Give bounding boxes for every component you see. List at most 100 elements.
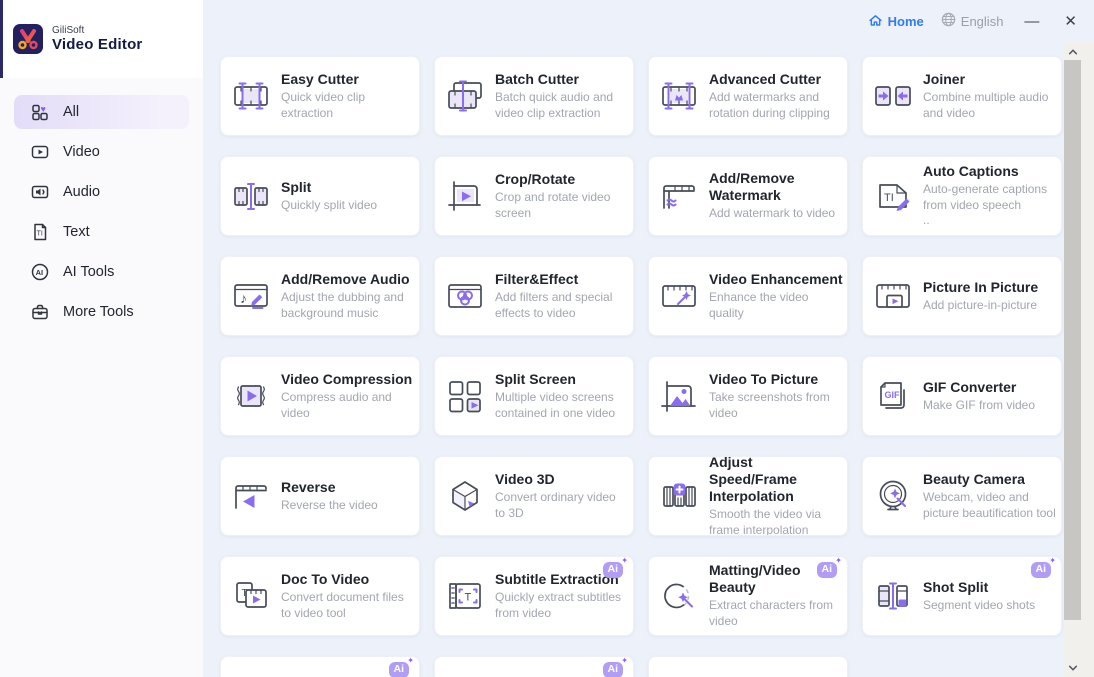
sparkle-icon: ✦ (407, 657, 414, 665)
tool-card-partial[interactable]: Ai✦ (434, 656, 634, 677)
ai-icon: AI (30, 262, 50, 282)
tool-title: Filter&Effect (495, 271, 629, 288)
sidebar-item-label: More Tools (63, 304, 134, 320)
tool-card-advanced-cutter[interactable]: Advanced Cutter Add watermarks and rotat… (648, 56, 848, 136)
video-icon (30, 142, 50, 162)
sidebar-item-label: All (63, 104, 79, 120)
filter-effect-icon (443, 274, 487, 318)
tool-card-split[interactable]: Split Quickly split video (220, 156, 420, 236)
scrollbar-thumb[interactable] (1064, 60, 1081, 620)
ai-badge: Ai✦ (603, 562, 624, 578)
tool-title: Video Enhancement (709, 271, 843, 288)
language-label: English (961, 14, 1004, 29)
tool-desc: Combine multiple audio and video (923, 90, 1057, 121)
tool-card-filter-effect[interactable]: Filter&Effect Add filters and special ef… (434, 256, 634, 336)
crop-rotate-icon (443, 174, 487, 218)
tool-card-auto-captions[interactable]: TI Auto Captions Auto-generate captions … (862, 156, 1062, 236)
sidebar-item-all[interactable]: ♥ All (14, 95, 189, 129)
matting-video-beauty-icon (657, 574, 701, 618)
scrollbar-track[interactable] (1064, 42, 1081, 677)
app-window: GiliSoft Video Editor ♥ All Video Audio … (0, 0, 1094, 677)
tool-card-matting-video-beauty[interactable]: Matting/Video Beauty Extract characters … (648, 556, 848, 636)
tool-title: Picture In Picture (923, 279, 1038, 296)
sparkle-icon: ✦ (621, 657, 628, 665)
tool-desc: Batch quick audio and video clip extract… (495, 90, 629, 121)
topbar: Home English — ✕ (203, 0, 1094, 42)
sidebar-item-audio[interactable]: Audio (14, 175, 189, 209)
tool-desc: Reverse the video (281, 498, 378, 514)
tool-card-partial[interactable]: Ai✦ (220, 656, 420, 677)
sidebar-item-more-tools[interactable]: More Tools (14, 295, 189, 329)
close-button[interactable]: ✕ (1060, 12, 1081, 31)
svg-text:TI: TI (884, 192, 894, 204)
text-icon: TI (30, 222, 50, 242)
tool-card-shot-split[interactable]: Shot Split Segment video shots Ai✦ (862, 556, 1062, 636)
tool-title: Add/Remove Audio (281, 271, 415, 288)
sidebar-item-label: AI Tools (63, 264, 114, 280)
gif-converter-icon: GIF (871, 374, 915, 418)
tool-card-crop-rotate[interactable]: Crop/Rotate Crop and rotate video screen (434, 156, 634, 236)
home-label: Home (888, 14, 924, 29)
tool-title: Video 3D (495, 471, 629, 488)
tool-title: Video To Picture (709, 371, 843, 388)
home-button[interactable]: Home (868, 13, 924, 30)
tool-title: Adjust Speed/Frame Interpolation (709, 456, 843, 505)
tool-card-subtitle-extraction[interactable]: T Subtitle Extraction Quickly extract su… (434, 556, 634, 636)
sidebar-item-label: Text (63, 224, 90, 240)
split-icon (229, 174, 273, 218)
tool-title: Advanced Cutter (709, 71, 843, 88)
adjust-speed-icon (657, 474, 701, 518)
tool-card-video-3d[interactable]: Video 3D Convert ordinary video to 3D (434, 456, 634, 536)
ai-badge-label: Ai (608, 663, 619, 675)
sidebar-item-label: Audio (63, 184, 100, 200)
tool-card-doc-to-video[interactable]: T Doc To Video Convert document files to… (220, 556, 420, 636)
tool-card-split-screen[interactable]: Split Screen Multiple video screens cont… (434, 356, 634, 436)
tool-desc: Smooth the video via frame interpolation (709, 507, 843, 536)
tool-desc: Take screenshots from video (709, 390, 843, 421)
reverse-icon (229, 474, 273, 518)
tool-desc: Multiple video screens contained in one … (495, 390, 629, 421)
beauty-camera-icon (871, 474, 915, 518)
language-button[interactable]: English (941, 12, 1004, 30)
globe-icon (941, 12, 956, 30)
sidebar-item-text[interactable]: TI Text (14, 215, 189, 249)
scroll-down-arrow[interactable] (1064, 660, 1081, 675)
sidebar-item-video[interactable]: Video (14, 135, 189, 169)
scroll-up-arrow[interactable] (1064, 44, 1081, 59)
tool-card-adjust-speed-frame-interpolation[interactable]: Adjust Speed/Frame Interpolation Smooth … (648, 456, 848, 536)
tool-card-partial[interactable] (648, 656, 848, 677)
tool-desc: Convert document files to video tool (281, 590, 415, 621)
tool-card-joiner[interactable]: Joiner Combine multiple audio and video (862, 56, 1062, 136)
tool-title: GIF Converter (923, 379, 1035, 396)
app-logo-icon (13, 24, 43, 54)
tool-card-picture-in-picture[interactable]: Picture In Picture Add picture-in-pictur… (862, 256, 1062, 336)
svg-text:♪: ♪ (240, 290, 247, 306)
video-3d-icon (443, 474, 487, 518)
tool-desc: Add picture-in-picture (923, 298, 1038, 314)
main-content: Easy Cutter Quick video clip extraction … (203, 42, 1064, 677)
tool-card-video-to-picture[interactable]: Video To Picture Take screenshots from v… (648, 356, 848, 436)
add-remove-watermark-icon (657, 174, 701, 218)
tool-desc: Add watermark to video (709, 206, 843, 222)
tool-card-add-remove-watermark[interactable]: Add/Remove Watermark Add watermark to vi… (648, 156, 848, 236)
tool-title: Split Screen (495, 371, 629, 388)
ai-badge-label: Ai (822, 563, 833, 575)
tool-card-add-remove-audio[interactable]: ♪ Add/Remove Audio Adjust the dubbing an… (220, 256, 420, 336)
svg-text:♥: ♥ (41, 104, 46, 114)
ai-badge: Ai✦ (817, 562, 838, 578)
minimize-button[interactable]: — (1020, 12, 1043, 31)
tool-card-easy-cutter[interactable]: Easy Cutter Quick video clip extraction (220, 56, 420, 136)
audio-icon (30, 182, 50, 202)
video-to-picture-icon (657, 374, 701, 418)
tool-card-video-compression[interactable]: Video Compression Compress audio and vid… (220, 356, 420, 436)
easy-cutter-icon (229, 74, 273, 118)
tool-card-gif-converter[interactable]: GIF GIF Converter Make GIF from video (862, 356, 1062, 436)
tool-card-video-enhancement[interactable]: Video Enhancement Enhance the video qual… (648, 256, 848, 336)
tool-card-reverse[interactable]: Reverse Reverse the video (220, 456, 420, 536)
briefcase-icon (30, 302, 50, 322)
tool-card-batch-cutter[interactable]: Batch Cutter Batch quick audio and video… (434, 56, 634, 136)
scrollbar[interactable] (1064, 42, 1094, 677)
tool-title: Split (281, 179, 377, 196)
sidebar-item-ai-tools[interactable]: AI AI Tools (14, 255, 189, 289)
tool-card-beauty-camera[interactable]: Beauty Camera Webcam, video and picture … (862, 456, 1062, 536)
